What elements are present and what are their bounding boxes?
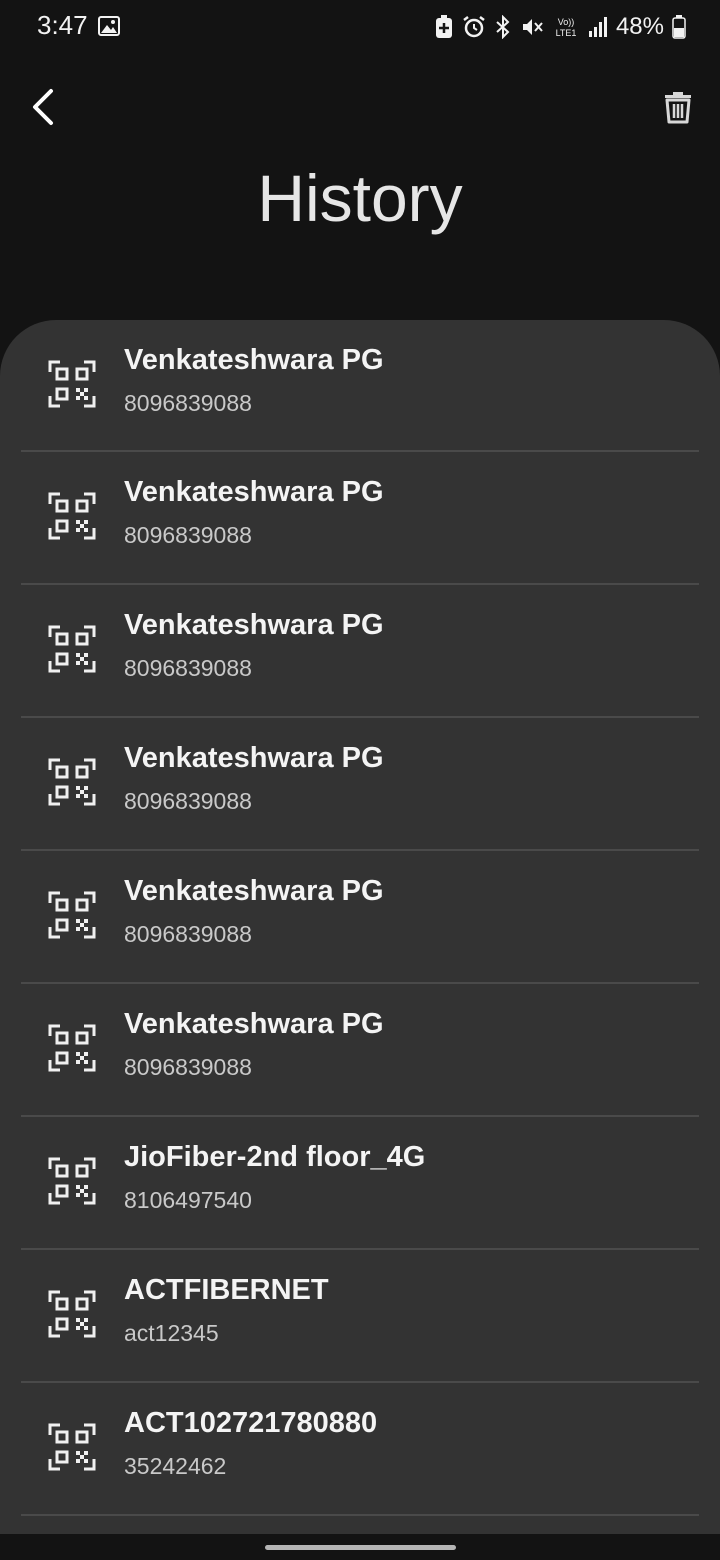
history-list-item[interactable]: ACTFIBERNET act12345: [21, 1250, 699, 1383]
history-list-item[interactable]: JioFiber-2nd floor_4G 8106497540: [21, 1117, 699, 1250]
history-list-item[interactable]: Venkateshwara PG 8096839088: [21, 851, 699, 984]
qr-code-icon: [48, 891, 96, 939]
gallery-icon: [98, 16, 120, 36]
qr-code-icon: [48, 492, 96, 540]
qr-code-icon: [48, 1423, 96, 1471]
history-list-item[interactable]: Venkateshwara PG 8096839088: [21, 984, 699, 1117]
history-item-name: JioFiber-2nd floor_4G: [124, 1141, 426, 1173]
volte-icon: Vo)) LTE1: [552, 15, 580, 39]
history-item-detail: 35242462: [124, 1453, 227, 1479]
qr-code-icon: [48, 1024, 96, 1072]
svg-text:Vo)): Vo)): [558, 17, 575, 27]
battery-icon: [672, 15, 686, 39]
battery-percentage: 48%: [615, 13, 664, 40]
history-item-detail: 8096839088: [124, 390, 252, 416]
history-list-item[interactable]: Venkateshwara PG 8096839088: [21, 585, 699, 718]
status-time: 3:47: [37, 10, 88, 40]
history-item-name: Venkateshwara PG: [124, 609, 384, 641]
history-item-detail: 8096839088: [124, 522, 252, 548]
history-item-detail: 8096839088: [124, 1054, 252, 1080]
page-title: History: [257, 161, 463, 235]
status-bar: 3:47 Vo)) LTE1 48%: [0, 0, 720, 56]
history-item-detail: 8106497540: [124, 1187, 252, 1213]
history-item-name: ACTFIBERNET: [124, 1274, 329, 1306]
home-indicator[interactable]: [265, 1545, 456, 1550]
back-button[interactable]: [20, 84, 64, 134]
history-item-detail: act12345: [124, 1320, 219, 1346]
alarm-icon: [462, 15, 486, 39]
history-item-name: Venkateshwara PG: [124, 344, 384, 376]
qr-code-icon: [48, 625, 96, 673]
bluetooth-icon: [494, 15, 512, 39]
history-item-name: Venkateshwara PG: [124, 742, 384, 774]
history-sheet: Venkateshwara PG 8096839088 Venkateshwar…: [0, 320, 720, 1534]
svg-text:LTE1: LTE1: [556, 28, 577, 38]
qr-code-icon: [48, 360, 96, 408]
history-list-item[interactable]: Venkateshwara PG 8096839088: [21, 718, 699, 851]
history-item-name: Venkateshwara PG: [124, 476, 384, 508]
history-item-name: ACT102721780880: [124, 1407, 378, 1439]
history-list-item[interactable]: ACT102721780880 35242462: [21, 1383, 699, 1516]
history-list-item[interactable]: Venkateshwara PG 8096839088: [21, 452, 699, 585]
history-item-detail: 8096839088: [124, 788, 252, 814]
history-item-name: Venkateshwara PG: [124, 875, 384, 907]
battery-saver-icon: [434, 15, 454, 39]
trash-icon: [664, 90, 692, 129]
history-item-detail: 8096839088: [124, 655, 252, 681]
mute-icon: [520, 15, 544, 39]
delete-history-button[interactable]: [652, 86, 704, 132]
signal-icon: [588, 16, 608, 38]
navigation-bar: [0, 1534, 720, 1560]
history-item-detail: 8096839088: [124, 921, 252, 947]
qr-code-icon: [48, 1157, 96, 1205]
status-icons: Vo)) LTE1 48%: [434, 10, 686, 44]
history-list-item[interactable]: Venkateshwara PG 8096839088: [21, 320, 699, 452]
history-list: Venkateshwara PG 8096839088 Venkateshwar…: [0, 320, 720, 1516]
qr-code-icon: [48, 1290, 96, 1338]
history-item-name: Venkateshwara PG: [124, 1008, 384, 1040]
qr-code-icon: [48, 758, 96, 806]
chevron-left-icon: [29, 88, 55, 131]
